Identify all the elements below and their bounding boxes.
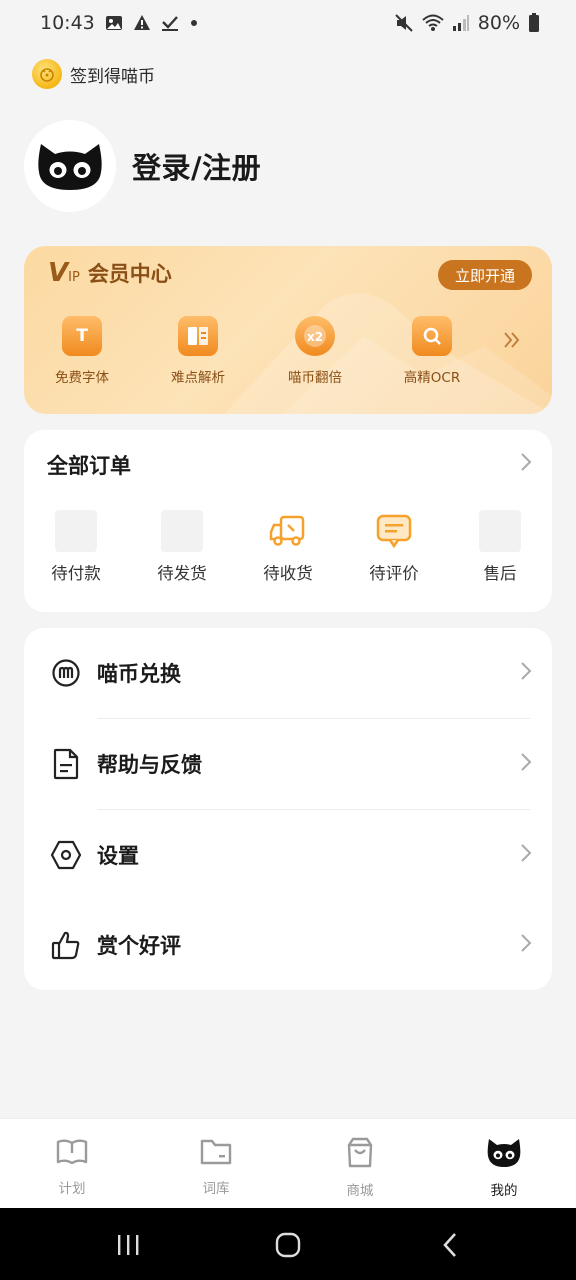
coin-x2-icon: x2 bbox=[295, 316, 335, 356]
chevron-right-icon bbox=[520, 843, 532, 867]
orders-card: 全部订单 待付款 待发货 待收货 待评价 售后 bbox=[24, 430, 552, 612]
coin-icon bbox=[32, 59, 62, 89]
gallery-icon bbox=[105, 14, 123, 32]
system-navigation-bar bbox=[0, 1208, 576, 1280]
tab-mine[interactable]: 我的 bbox=[464, 1137, 544, 1199]
recent-apps-icon[interactable] bbox=[108, 1230, 148, 1260]
wifi-icon bbox=[422, 13, 444, 33]
order-after-sales[interactable]: 售后 bbox=[448, 510, 552, 584]
battery-percent: 80% bbox=[477, 12, 520, 34]
cat-face-icon bbox=[486, 1137, 522, 1173]
vip-header: VIP 会员中心 bbox=[48, 258, 172, 288]
ocr-search-icon bbox=[412, 316, 452, 356]
order-pending-review[interactable]: 待评价 bbox=[342, 510, 446, 584]
book-icon bbox=[178, 316, 218, 356]
comment-icon bbox=[373, 510, 415, 552]
folder-icon bbox=[200, 1137, 232, 1171]
order-pending-shipment[interactable]: 待发货 bbox=[130, 510, 234, 584]
tab-vocabulary[interactable]: 词库 bbox=[176, 1137, 256, 1197]
menu-help-feedback[interactable]: 帮助与反馈 bbox=[24, 719, 552, 809]
document-icon bbox=[50, 748, 82, 780]
svg-text:x2: x2 bbox=[307, 330, 323, 344]
chevron-right-icon bbox=[520, 933, 532, 957]
dot-icon bbox=[189, 18, 199, 28]
checkin-label: 签到得喵币 bbox=[70, 66, 155, 87]
vip-item-coin-double[interactable]: x2 喵币翻倍 bbox=[260, 316, 370, 386]
check-icon bbox=[161, 14, 179, 32]
status-bar: 10:43 80% bbox=[0, 0, 576, 46]
chevron-right-icon[interactable] bbox=[520, 452, 532, 476]
chevron-right-icon bbox=[520, 752, 532, 776]
coin-m-icon bbox=[50, 657, 82, 689]
vip-card[interactable]: VIP 会员中心 立即开通 T 免费字体 难点解析 x2 喵币翻倍 高精OCR bbox=[24, 246, 552, 414]
battery-icon bbox=[528, 13, 540, 33]
after-sales-icon bbox=[479, 510, 521, 552]
font-icon: T bbox=[62, 316, 102, 356]
order-pending-receipt[interactable]: 待收货 bbox=[236, 510, 340, 584]
book-open-icon bbox=[56, 1137, 88, 1171]
mute-icon bbox=[394, 13, 414, 33]
vip-logo: VIP bbox=[48, 258, 80, 288]
back-icon[interactable] bbox=[430, 1230, 470, 1260]
vip-item-free-font[interactable]: T 免费字体 bbox=[27, 316, 137, 386]
chevron-right-icon bbox=[520, 661, 532, 685]
signal-icon bbox=[452, 14, 470, 32]
thumbs-up-icon bbox=[50, 929, 82, 961]
vip-title: 会员中心 bbox=[87, 262, 172, 286]
checkin-button[interactable]: 签到得喵币 bbox=[32, 58, 155, 90]
menu-coin-exchange[interactable]: 喵币兑换 bbox=[24, 628, 552, 718]
cat-avatar-icon[interactable] bbox=[24, 120, 116, 212]
warning-icon bbox=[133, 14, 151, 32]
tab-mall[interactable]: 商城 bbox=[320, 1137, 400, 1199]
vip-item-analysis[interactable]: 难点解析 bbox=[143, 316, 253, 386]
tab-plan[interactable]: 计划 bbox=[32, 1137, 112, 1197]
bottom-tab-bar: 计划 词库 商城 我的 bbox=[0, 1118, 576, 1208]
profile-section[interactable]: 登录/注册 bbox=[24, 120, 261, 212]
vip-open-button[interactable]: 立即开通 bbox=[438, 260, 532, 290]
pending-shipment-icon bbox=[161, 510, 203, 552]
menu-settings[interactable]: 设置 bbox=[24, 810, 552, 900]
menu-card: 喵币兑换 帮助与反馈 设置 赏个好评 bbox=[24, 628, 552, 990]
settings-hexagon-icon bbox=[50, 839, 82, 871]
home-icon[interactable] bbox=[268, 1230, 308, 1260]
pending-payment-icon bbox=[55, 510, 97, 552]
truck-icon bbox=[267, 510, 309, 552]
all-orders-title[interactable]: 全部订单 bbox=[47, 450, 131, 480]
double-chevron-right-icon[interactable] bbox=[502, 330, 522, 356]
status-time: 10:43 bbox=[40, 12, 95, 34]
vip-benefits: T 免费字体 难点解析 x2 喵币翻倍 高精OCR bbox=[24, 316, 552, 396]
login-register-link[interactable]: 登录/注册 bbox=[132, 145, 261, 187]
order-pending-payment[interactable]: 待付款 bbox=[24, 510, 128, 584]
shopping-bag-icon bbox=[345, 1137, 375, 1173]
menu-rate-app[interactable]: 赏个好评 bbox=[24, 900, 552, 990]
vip-item-ocr[interactable]: 高精OCR bbox=[377, 316, 487, 386]
